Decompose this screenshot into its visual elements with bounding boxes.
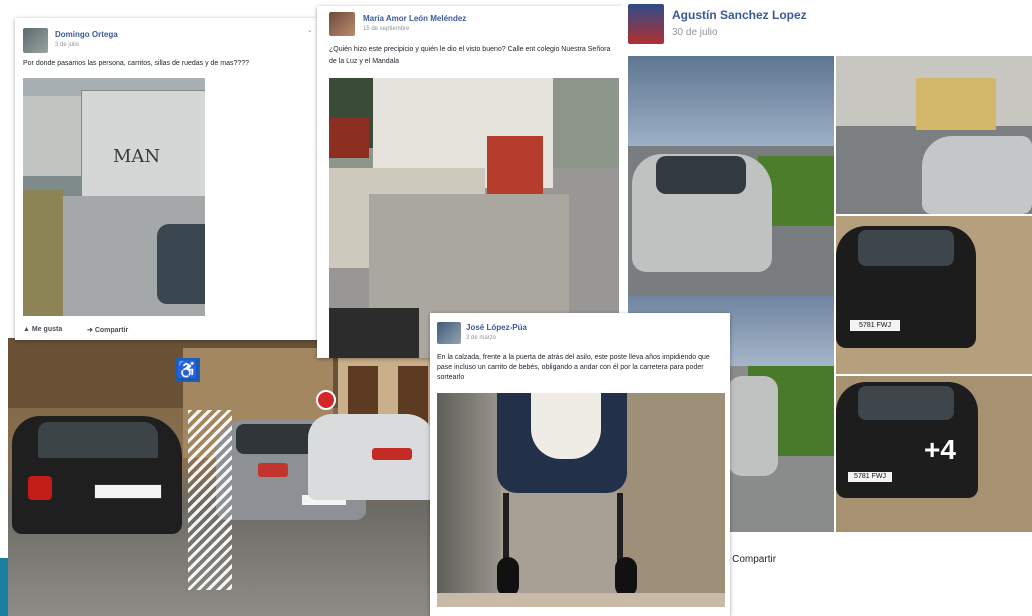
author-name[interactable]: Domingo Ortega <box>55 30 118 39</box>
edge-strip <box>0 558 8 616</box>
post-photo-1[interactable] <box>628 56 834 296</box>
avatar[interactable] <box>23 28 48 53</box>
post-photo[interactable]: MAN <box>23 78 205 316</box>
no-entry-sign-icon <box>316 390 336 410</box>
author-name[interactable]: José López-Púa <box>466 323 527 332</box>
more-photos-count[interactable]: +4 <box>924 434 956 466</box>
avatar[interactable] <box>437 322 461 344</box>
post-date[interactable]: 30 de julio <box>672 27 718 38</box>
share-arrow-icon: ➜ <box>87 327 93 334</box>
post-card-domingo: Domingo Ortega 3 de julio ⌄ Por donde pa… <box>15 18 318 340</box>
share-button[interactable]: ➜ Compartir <box>87 326 128 334</box>
author-name[interactable]: María Amor León Meléndez <box>363 14 466 23</box>
post-text: ¿Quién hizo este precipicio y quién le d… <box>329 46 611 65</box>
chevron-down-icon[interactable]: ⌄ <box>307 26 313 34</box>
license-plate <box>94 484 162 499</box>
post-photo-5[interactable]: 5781 FWJ +4 <box>836 376 1032 532</box>
photo-street-parked-cars[interactable]: ♿ <box>8 338 436 616</box>
post-card-jose: José López-Púa 3 de marzo En la calzada,… <box>430 313 730 616</box>
graffiti-text: MAN <box>113 146 161 167</box>
wheelchair-icon: ♿ <box>176 358 200 382</box>
thumbs-up-icon: ▲ <box>23 326 30 333</box>
avatar[interactable] <box>329 12 355 36</box>
author-name[interactable]: Agustín Sanchez Lopez <box>672 8 807 22</box>
post-text: En la calzada, frente a la puerta de atr… <box>437 354 710 381</box>
post-photo-3[interactable]: 5781 FWJ <box>836 216 1032 374</box>
avatar[interactable] <box>628 4 664 44</box>
post-card-maria: María Amor León Meléndez 15 de septiembr… <box>317 6 623 358</box>
post-date[interactable]: 15 de septiembre <box>363 26 409 32</box>
post-photo[interactable] <box>437 393 725 607</box>
license-plate: 5781 FWJ <box>848 472 892 482</box>
post-photo-2[interactable] <box>836 56 1032 214</box>
license-plate: 5781 FWJ <box>850 320 900 331</box>
post-date[interactable]: 3 de marzo <box>466 335 496 341</box>
like-button[interactable]: ▲ Me gusta <box>23 326 62 333</box>
share-button[interactable]: › Compartir <box>726 554 776 565</box>
post-text: Por donde pasamos las persona, carritos,… <box>23 60 250 67</box>
post-date[interactable]: 3 de julio <box>55 42 79 48</box>
